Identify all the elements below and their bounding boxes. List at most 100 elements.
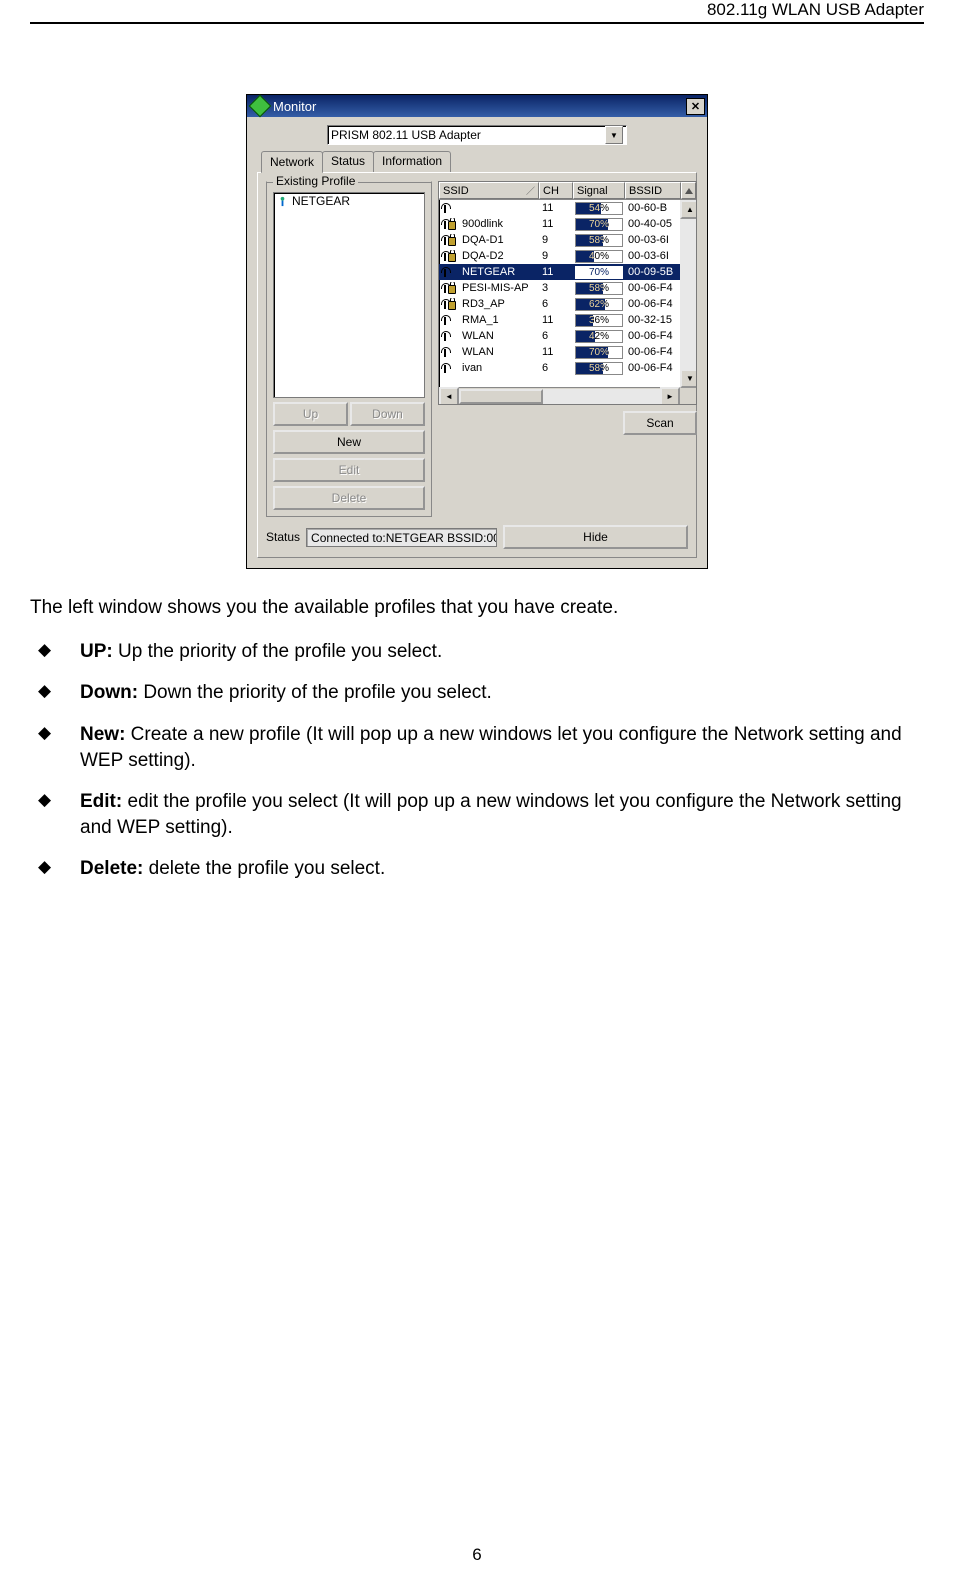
page-header-title: 802.11g WLAN USB Adapter (707, 0, 924, 20)
scroll-down-icon[interactable]: ▼ (680, 369, 697, 388)
bullet-item: New: Create a new profile (It will pop u… (38, 722, 924, 773)
scroll-up-icon[interactable]: ▲ (680, 200, 697, 219)
tab-status[interactable]: Status (322, 151, 374, 172)
cell-ch: 11 (539, 346, 573, 358)
lock-icon (448, 221, 456, 230)
cell-signal: 58% (573, 233, 625, 248)
bullet-item: Delete: delete the profile you select. (38, 856, 924, 882)
antenna-icon (442, 315, 448, 325)
cell-ssid: NETGEAR (459, 266, 539, 278)
table-row[interactable]: 1154%00-60-B (439, 200, 696, 216)
antenna-icon (442, 331, 448, 341)
table-row[interactable]: DQA-D1958%00-03-6I (439, 232, 696, 248)
table-row[interactable]: PESI-MIS-AP358%00-06-F4 (439, 280, 696, 296)
cell-signal: 70% (573, 345, 625, 360)
col-bssid[interactable]: BSSID (625, 182, 681, 199)
existing-profile-group: Existing Profile NETGEAR Up Down New Edi… (266, 181, 432, 517)
status-text: Connected to:NETGEAR BSSID:00:09:5B:66:2… (306, 528, 497, 547)
app-icon (249, 95, 272, 118)
up-button[interactable]: Up (273, 402, 348, 426)
status-label: Status (266, 530, 300, 544)
bullet-text: Up the priority of the profile you selec… (113, 641, 443, 662)
scan-button[interactable]: Scan (623, 411, 697, 435)
lock-icon (448, 301, 456, 310)
cell-bssid: 00-03-6I (625, 250, 685, 262)
cell-ssid: DQA-D1 (459, 234, 539, 246)
cell-bssid: 00-06-F4 (625, 282, 685, 294)
cell-ch: 11 (539, 314, 573, 326)
header-rule (30, 22, 924, 24)
bullet-list: UP: Up the priority of the profile you s… (38, 639, 924, 882)
tab-information[interactable]: Information (373, 151, 451, 172)
cell-ch: 6 (539, 362, 573, 374)
network-table[interactable]: SSID ／ CH Signal BSSID 1154%00-60-B900dl… (438, 181, 697, 405)
cell-signal: 54% (573, 201, 625, 216)
close-icon[interactable]: ✕ (686, 98, 705, 115)
antenna-icon (442, 267, 448, 277)
table-row[interactable]: RMA_11136%00-32-15 (439, 312, 696, 328)
table-row[interactable]: ivan658%00-06-F4 (439, 360, 696, 376)
new-button[interactable]: New (273, 430, 425, 454)
antenna-icon (442, 363, 448, 373)
cell-bssid: 00-06-F4 (625, 298, 685, 310)
delete-button[interactable]: Delete (273, 486, 425, 510)
antenna-icon (442, 203, 448, 213)
page-number: 6 (0, 1545, 954, 1565)
adapter-dropdown[interactable]: PRISM 802.11 USB Adapter ▼ (327, 125, 627, 145)
titlebar[interactable]: Monitor ✕ (247, 95, 707, 117)
profile-item[interactable]: NETGEAR (274, 193, 424, 209)
col-ssid-label: SSID (443, 185, 469, 197)
scan-panel: SSID ／ CH Signal BSSID 1154%00-60-B900dl… (438, 181, 697, 517)
table-row[interactable]: WLAN642%00-06-F4 (439, 328, 696, 344)
col-ch[interactable]: CH (539, 182, 573, 199)
antenna-icon (442, 251, 447, 261)
table-row[interactable]: 900dlink1170%00-40-05 (439, 216, 696, 232)
antenna-icon (442, 299, 447, 309)
scroll-thumb[interactable] (459, 389, 543, 404)
cell-signal: 70% (573, 265, 625, 280)
antenna-icon (442, 219, 447, 229)
tab-bar: Network Status Information (261, 151, 697, 172)
cell-ssid: DQA-D2 (459, 250, 539, 262)
cell-ssid: WLAN (459, 330, 539, 342)
bullet-text: Create a new profile (It will pop up a n… (80, 724, 902, 771)
groupbox-label: Existing Profile (273, 174, 358, 188)
cell-signal: 42% (573, 329, 625, 344)
cell-ssid: WLAN (459, 346, 539, 358)
tab-network[interactable]: Network (261, 151, 323, 173)
cell-signal: 58% (573, 361, 625, 376)
antenna-icon (442, 235, 447, 245)
intro-text: The left window shows you the available … (30, 595, 924, 621)
cell-signal: 40% (573, 249, 625, 264)
bullet-text: delete the profile you select. (143, 858, 385, 879)
scroll-right-icon[interactable]: ► (660, 387, 680, 406)
edit-button[interactable]: Edit (273, 458, 425, 482)
scroll-corner (680, 388, 696, 404)
cell-bssid: 00-32-15 (625, 314, 685, 326)
cell-signal: 62% (573, 297, 625, 312)
table-row[interactable]: NETGEAR1170%00-09-5B (439, 264, 696, 280)
col-signal[interactable]: Signal (573, 182, 625, 199)
vertical-scrollbar[interactable]: ▲ ▼ (680, 200, 696, 388)
bullet-term: New: (80, 724, 125, 745)
bullet-term: Delete: (80, 858, 143, 879)
cell-bssid: 00-06-F4 (625, 362, 685, 374)
lock-icon (448, 237, 456, 246)
col-ssid[interactable]: SSID ／ (439, 182, 539, 199)
lock-icon (448, 285, 456, 294)
table-row[interactable]: DQA-D2940%00-03-6I (439, 248, 696, 264)
scroll-left-icon[interactable]: ◄ (439, 387, 459, 406)
bullet-item: UP: Up the priority of the profile you s… (38, 639, 924, 665)
cell-bssid: 00-06-F4 (625, 346, 685, 358)
down-button[interactable]: Down (350, 402, 425, 426)
bullet-item: Edit: edit the profile you select (It wi… (38, 789, 924, 840)
cell-ch: 6 (539, 298, 573, 310)
chevron-down-icon[interactable]: ▼ (605, 126, 623, 144)
profile-listbox[interactable]: NETGEAR (273, 192, 425, 398)
bullet-term: Edit: (80, 791, 122, 812)
sort-up-icon[interactable] (681, 182, 696, 199)
table-row[interactable]: WLAN1170%00-06-F4 (439, 344, 696, 360)
hide-button[interactable]: Hide (503, 525, 688, 549)
horizontal-scrollbar[interactable]: ◄ ► (439, 387, 680, 404)
table-row[interactable]: RD3_AP662%00-06-F4 (439, 296, 696, 312)
